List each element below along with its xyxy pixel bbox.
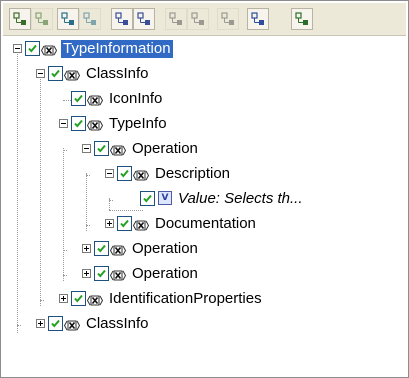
node-label: Operation [132,265,198,282]
cut-icon [221,12,235,26]
expand-icon[interactable] [105,219,114,228]
node-label: ClassInfo [86,65,149,82]
node-checkbox[interactable] [25,41,40,56]
expand-icon[interactable] [82,269,91,278]
paste-icon [191,12,205,26]
node-label: IdentificationProperties [109,290,262,307]
node-label: ClassInfo [86,315,149,332]
collapse-all-button[interactable] [31,8,53,30]
node-label: Documentation [155,215,256,232]
edit-value-icon [251,12,265,26]
node-checkbox[interactable] [94,266,109,281]
collapse-icon[interactable] [105,169,114,178]
xml-element-icon [109,268,127,281]
node-label: Operation [132,240,198,257]
xml-element-icon [109,243,127,256]
collapse-selected-icon [83,12,97,26]
collapse-all-icon [35,12,49,26]
collapse-icon[interactable] [59,119,68,128]
xml-element-icon [63,68,81,81]
node-label: IconInfo [109,90,163,107]
node-checkbox[interactable] [94,241,109,256]
node-label: Description [155,165,231,182]
tree-node[interactable]: Documentation [3,213,403,237]
node-label: TypeInfo [109,115,167,132]
cut-button[interactable] [217,8,239,30]
tree-node[interactable]: Description [3,163,403,187]
collapse-selected-button[interactable] [79,8,101,30]
node-checkbox[interactable] [94,141,109,156]
collapse-icon[interactable] [82,144,91,153]
tree-node[interactable]: Operation [3,263,403,287]
node-checkbox[interactable] [48,66,63,81]
toolbar [3,3,406,36]
node-checkbox[interactable] [71,291,86,306]
copy-button[interactable] [165,8,187,30]
tree-node[interactable]: V Value: Selects th... [3,188,403,212]
node-checkbox[interactable] [71,116,86,131]
xml-element-icon [86,118,104,131]
xml-export-icon [115,12,129,26]
node-checkbox[interactable] [117,166,132,181]
xml-element-icon [132,168,150,181]
xml-import-button[interactable] [133,8,155,30]
node-checkbox[interactable] [71,91,86,106]
xml-element-icon [109,143,127,156]
xml-export-button[interactable] [111,8,133,30]
copy-icon [169,12,183,26]
tree-node[interactable]: IdentificationProperties [3,288,403,312]
node-checkbox[interactable] [140,191,155,206]
xml-element-icon [86,293,104,306]
node-label: Operation [132,140,198,157]
tree-node[interactable]: TypeInfo [3,113,403,137]
tree-node[interactable]: ClassInfo [3,313,403,337]
properties-button[interactable] [291,8,313,30]
expand-selected-button[interactable] [57,8,79,30]
xml-element-icon [132,218,150,231]
xml-element-icon [86,93,104,106]
expand-icon[interactable] [82,244,91,253]
expand-all-button[interactable] [9,8,31,30]
paste-button[interactable] [187,8,209,30]
tree-node[interactable]: Operation [3,238,403,262]
xml-import-icon [137,12,151,26]
xml-element-icon [63,318,81,331]
tree-node[interactable]: ClassInfo [3,63,403,87]
node-checkbox[interactable] [117,216,132,231]
properties-icon [295,12,309,26]
tree-node[interactable]: IconInfo [3,88,403,112]
expand-icon[interactable] [36,319,45,328]
tree-node[interactable]: TypeInformation [3,38,403,62]
expand-icon[interactable] [59,294,68,303]
tree-node[interactable]: Operation [3,138,403,162]
collapse-icon[interactable] [13,44,22,53]
node-checkbox[interactable] [48,316,63,331]
expand-all-icon [13,12,27,26]
xml-tree-view[interactable]: TypeInformation ClassInfo IconInfo TypeInfo… [3,36,406,375]
node-value-label: Value: Selects th... [178,190,303,207]
edit-value-button[interactable] [247,8,269,30]
xml-element-icon [40,43,58,56]
value-icon: V [158,191,172,205]
node-label: TypeInformation [61,40,173,58]
collapse-icon[interactable] [36,69,45,78]
xml-tree-panel: TypeInformation ClassInfo IconInfo TypeInfo… [0,0,409,378]
expand-selected-icon [61,12,75,26]
